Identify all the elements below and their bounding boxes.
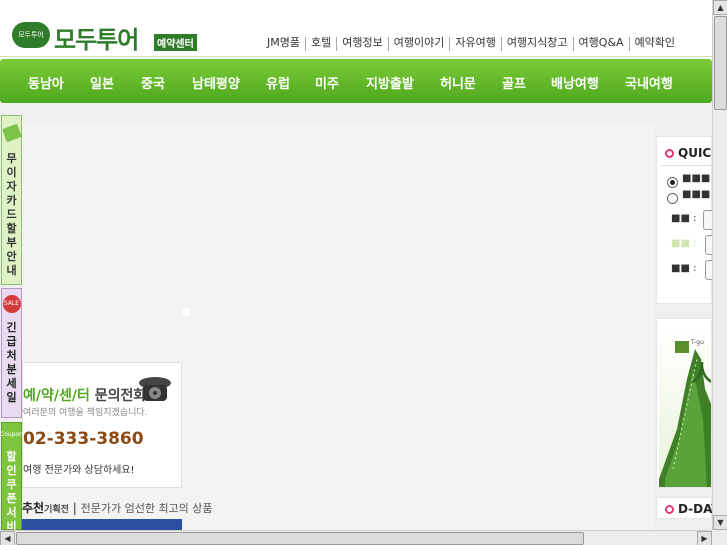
nav-item-honeymoon[interactable]: 허니문 xyxy=(440,73,476,92)
nav-item-backpacking[interactable]: 배낭여행 xyxy=(551,73,599,92)
vertical-scroll-thumb[interactable] xyxy=(714,16,727,110)
main-nav-bar: 동남아 일본 중국 남태평양 유럽 미주 지방출발 허니문 골프 배낭여행 국내… xyxy=(0,59,712,103)
recommend-title: 추천 xyxy=(22,501,45,515)
horizontal-scroll-thumb[interactable] xyxy=(16,532,584,545)
quick-option-2: ■■■ xyxy=(682,189,711,200)
nav-item-southeast-asia[interactable]: 동남아 xyxy=(28,73,64,92)
telephone-icon xyxy=(139,377,171,401)
top-menu-travel-info[interactable]: 여행정보 xyxy=(336,37,387,51)
svg-text:人: 人 xyxy=(691,362,712,387)
logo-emblem: 모두투어 xyxy=(12,22,50,48)
nav-item-japan[interactable]: 일본 xyxy=(90,73,114,92)
nav-item-europe[interactable]: 유럽 xyxy=(266,73,290,92)
coupon-badge: Coupon xyxy=(0,431,23,438)
scroll-right-arrow-icon[interactable]: ▶ xyxy=(697,531,712,545)
quick-panel: QUICK ■■■ ■■■ ■■ : ■■ : ■■ : xyxy=(656,136,721,304)
header-divider xyxy=(0,56,712,57)
quick-divider xyxy=(661,165,713,166)
top-menu-qna[interactable]: 여행Q&A xyxy=(572,37,629,51)
quick-label-2: ■■ : xyxy=(671,238,697,249)
reservation-subtitle: 여러분의 여행을 책임지겠습니다. xyxy=(23,408,148,418)
nav-item-golf[interactable]: 골프 xyxy=(502,73,526,92)
sale-badge: SALE xyxy=(2,295,21,313)
reservation-center-box[interactable]: 예/약/센/터 문의전화 여러분의 여행을 책임지겠습니다. 02-333-38… xyxy=(22,362,182,488)
top-menu-travel-story[interactable]: 여행이야기 xyxy=(387,37,450,51)
quick-radio-1[interactable] xyxy=(667,177,678,188)
quick-bullet-icon xyxy=(665,149,674,158)
top-utility-menu: JM명품 호텔 여행정보 여행이야기 자유여행 여행지식창고 여행Q&A 예약확… xyxy=(262,37,680,51)
nav-item-china[interactable]: 중국 xyxy=(141,73,165,92)
recommend-banner-strip xyxy=(22,519,182,530)
top-menu-hotel[interactable]: 호텔 xyxy=(304,37,336,51)
recommend-header: 추천기획전 | 전문가가 엄선한 최고의 상품 xyxy=(22,499,213,516)
quick-label-3: ■■ : xyxy=(671,263,697,274)
quick-label-1: ■■ : xyxy=(671,213,697,224)
vertical-scrollbar[interactable]: ▲ ▼ xyxy=(712,0,727,530)
quick-option-1: ■■■ xyxy=(682,173,711,184)
recommend-desc: 전문가가 엄선한 최고의 상품 xyxy=(80,502,213,515)
discount-coupon-label: 할인쿠폰서비 xyxy=(6,450,17,533)
image-placeholder xyxy=(182,308,190,316)
horizontal-scrollbar[interactable]: ◀ ▶ xyxy=(0,530,712,545)
urgent-sale-label: 긴급 처분세일 xyxy=(6,321,17,404)
urgent-sale-banner[interactable]: SALE 긴급 처분세일 xyxy=(1,288,22,418)
logo-name: 모두투어 xyxy=(54,26,139,54)
quick-radio-2[interactable] xyxy=(667,193,678,204)
recommend-sub: 기획전 xyxy=(44,505,69,515)
scroll-up-arrow-icon[interactable]: ▲ xyxy=(713,0,727,15)
reservation-phone-number: 02-333-3860 xyxy=(23,429,144,449)
scroll-down-arrow-icon[interactable]: ▼ xyxy=(713,515,727,530)
nav-item-domestic[interactable]: 국내여행 xyxy=(625,73,673,92)
dday-panel[interactable]: D-DAY S xyxy=(656,497,727,519)
discount-coupon-banner[interactable]: Coupon 할인쿠폰서비 xyxy=(0,422,23,533)
top-menu-free-travel[interactable]: 자유여행 xyxy=(449,37,500,51)
reservation-title-mark: 예/약/센/터 xyxy=(23,388,90,404)
card-installment-banner[interactable]: 무이자카드 할부안내 xyxy=(1,115,22,285)
top-menu-knowledge[interactable]: 여행지식창고 xyxy=(500,37,573,51)
recommend-divider: | xyxy=(68,501,81,515)
logo-tag: 예약센터 xyxy=(154,34,197,51)
top-menu-jm[interactable]: JM명품 xyxy=(262,37,305,51)
scroll-left-arrow-icon[interactable]: ◀ xyxy=(0,531,15,545)
credit-card-icon xyxy=(1,123,22,143)
reservation-title: 예/약/센/터 문의전화 xyxy=(23,385,146,405)
nav-item-south-pacific[interactable]: 남태평양 xyxy=(192,73,240,92)
mountain-illustration: 人 xyxy=(659,349,712,487)
card-installment-label: 무이자카드 할부안내 xyxy=(6,152,17,277)
top-menu-reservation-check[interactable]: 예약확인 xyxy=(628,37,680,51)
reservation-note: 여행 전문가와 상담하세요! xyxy=(23,465,135,476)
dday-bullet-icon xyxy=(665,505,674,514)
nav-item-americas[interactable]: 미주 xyxy=(315,73,339,92)
nav-item-regional-departure[interactable]: 지방출발 xyxy=(366,73,414,92)
scrollbar-corner xyxy=(712,530,727,545)
right-promo-banner[interactable]: T-gu 人 xyxy=(656,318,712,488)
site-logo[interactable]: 모두투어 모두투어 예약센터 xyxy=(4,16,200,54)
